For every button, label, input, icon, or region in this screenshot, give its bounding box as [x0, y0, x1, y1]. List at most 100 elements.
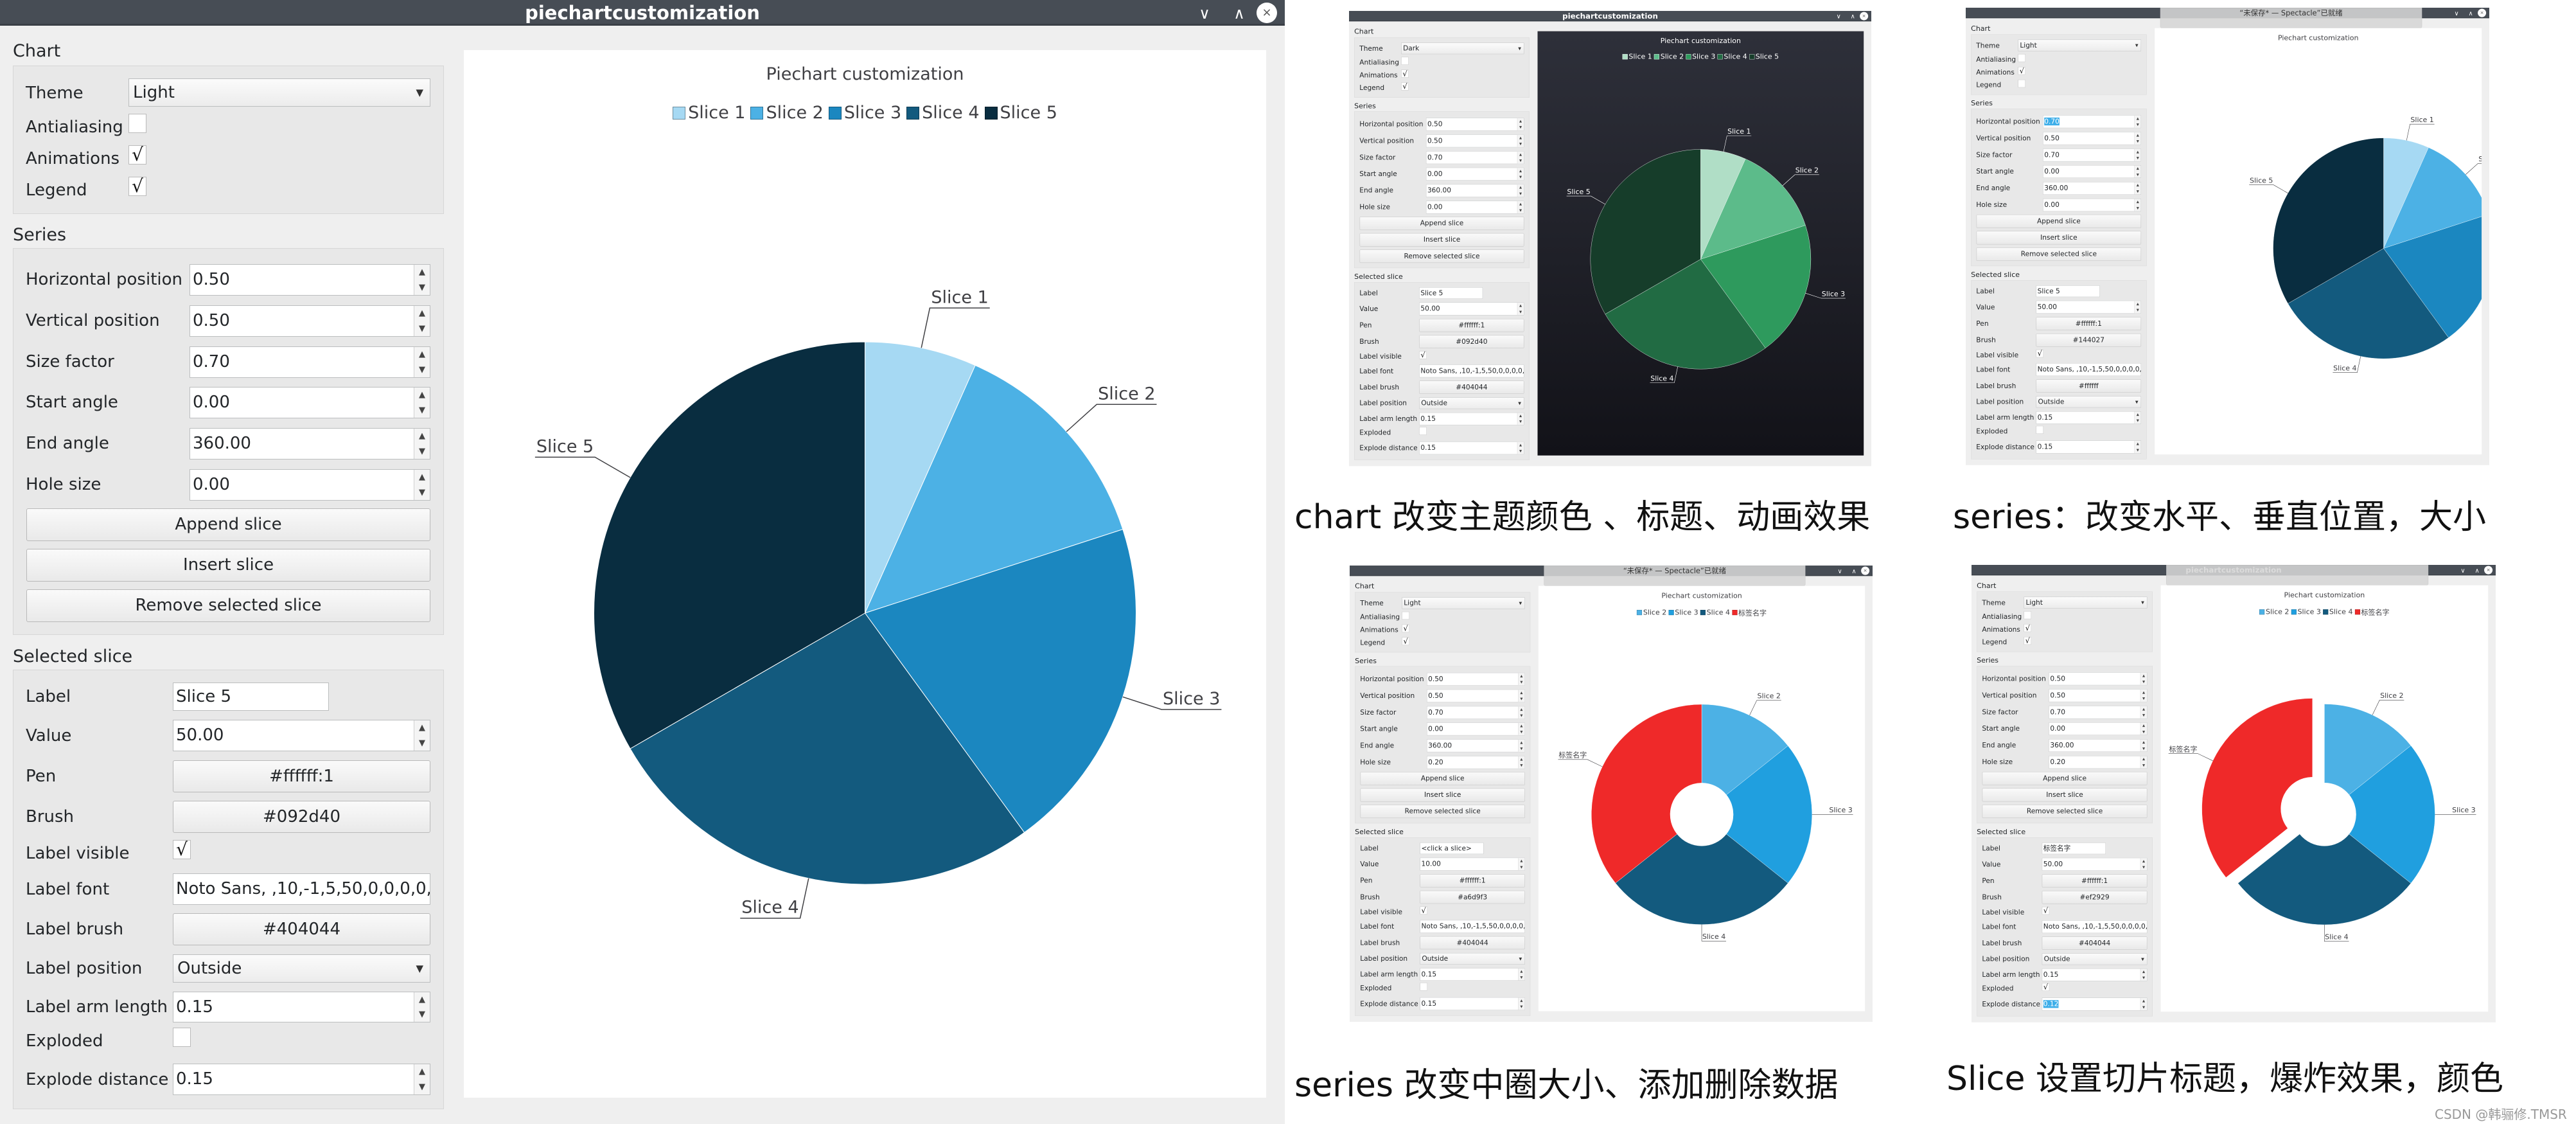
pen-button[interactable]: #ffffff:1 [2042, 874, 2148, 888]
label-font-button[interactable]: Noto Sans, ,10,-1,5,50,0,0,0,0,0 [173, 873, 430, 905]
spin-down-icon[interactable]: ▼ [1519, 729, 1525, 735]
spin-down-icon[interactable]: ▼ [2140, 1004, 2147, 1011]
spin-arrows[interactable]: ▲ ▼ [414, 992, 430, 1022]
brush-button[interactable]: #092d40 [1419, 335, 1524, 348]
start-angle-spinbox[interactable]: 0.00 ▲ ▼ [190, 387, 430, 418]
append-slice-button[interactable]: Append slice [1359, 217, 1524, 231]
spin-up-icon[interactable]: ▲ [2135, 149, 2141, 156]
pie-chart[interactable]: Slice 2 Slice 3 Slice 4 标签名字 [2161, 585, 2489, 1012]
hole-size-spinbox[interactable]: 0.00 ▲ ▼ [2043, 199, 2142, 212]
spin-up-icon[interactable]: ▲ [414, 720, 430, 736]
spin-up-icon[interactable]: ▲ [2140, 722, 2147, 729]
theme-combo[interactable]: Light ▼ [1402, 597, 1525, 609]
end-angle-spinbox[interactable]: 360.00 ▲ ▼ [2043, 182, 2142, 195]
append-slice-button[interactable]: Append slice [1360, 772, 1525, 785]
label-visible-checkbox[interactable]: √ [173, 840, 191, 859]
slice-value-spinbox[interactable]: 50.00 ▲ ▼ [173, 720, 430, 751]
remove-selected-slice-button[interactable]: Remove selected slice [1976, 247, 2142, 261]
spin-arrows[interactable]: ▲ ▼ [1517, 151, 1524, 164]
slice-value-spinbox[interactable]: 50.00 ▲ ▼ [1419, 302, 1524, 316]
spin-down-icon[interactable]: ▼ [1519, 713, 1525, 719]
spin-up-icon[interactable]: ▲ [2135, 199, 2141, 206]
spin-down-icon[interactable]: ▼ [2135, 172, 2141, 178]
label-brush-button[interactable]: #404044 [173, 913, 430, 945]
pen-button[interactable]: #ffffff:1 [1419, 319, 1524, 332]
end-angle-spinbox[interactable]: 360.00 ▲ ▼ [1427, 739, 1525, 753]
spin-down-icon[interactable]: ▼ [1519, 974, 1525, 980]
spin-arrows[interactable]: ▲ ▼ [1517, 118, 1524, 130]
spin-arrows[interactable]: ▲ ▼ [414, 265, 430, 295]
label-visible-checkbox[interactable]: √ [2036, 349, 2044, 358]
spin-up-icon[interactable]: ▲ [414, 265, 430, 280]
spin-down-icon[interactable]: ▼ [1519, 696, 1525, 702]
horizontal-position-spinbox[interactable]: 0.50 ▲ ▼ [2049, 672, 2148, 686]
spin-arrows[interactable]: ▲ ▼ [2134, 199, 2141, 211]
spin-up-icon[interactable]: ▲ [1519, 740, 1525, 746]
hole-size-spinbox[interactable]: 0.00 ▲ ▼ [1425, 201, 1524, 214]
theme-combo[interactable]: Dark ▼ [1401, 42, 1524, 55]
pie-chart[interactable]: Slice 1Slice 2Slice 3Slice 4Slice 5 [2155, 28, 2482, 454]
append-slice-button[interactable]: Append slice [1982, 771, 2148, 785]
spin-arrows[interactable]: ▲ ▼ [1518, 756, 1525, 769]
spin-up-icon[interactable]: ▲ [414, 992, 430, 1007]
spin-up-icon[interactable]: ▲ [2140, 739, 2147, 745]
theme-combo[interactable]: Light ▼ [2024, 596, 2148, 609]
animations-checkbox[interactable]: √ [2024, 623, 2032, 632]
spin-down-icon[interactable]: ▼ [414, 362, 430, 378]
label-arm-length-spinbox[interactable]: 0.15 ▲ ▼ [173, 992, 430, 1022]
exploded-checkbox[interactable] [2036, 425, 2044, 434]
spin-down-icon[interactable]: ▼ [2140, 864, 2147, 871]
size-factor-spinbox[interactable]: 0.70 ▲ ▼ [1427, 706, 1525, 719]
spin-down-icon[interactable]: ▼ [414, 736, 430, 751]
spin-down-icon[interactable]: ▼ [2140, 762, 2147, 769]
size-factor-spinbox[interactable]: 0.70 ▲ ▼ [2043, 148, 2142, 162]
hole-size-spinbox[interactable]: 0.20 ▲ ▼ [1427, 756, 1525, 769]
spin-arrows[interactable]: ▲ ▼ [1518, 690, 1525, 702]
start-angle-spinbox[interactable]: 0.00 ▲ ▼ [2049, 722, 2148, 735]
spin-down-icon[interactable]: ▼ [1517, 174, 1524, 181]
spin-arrows[interactable]: ▲ ▼ [1517, 134, 1524, 147]
spin-arrows[interactable]: ▲ ▼ [2134, 165, 2141, 178]
animations-checkbox[interactable]: √ [1402, 624, 1409, 632]
spin-up-icon[interactable]: ▲ [2135, 301, 2141, 307]
close-icon[interactable]: × [1860, 12, 1869, 21]
legend-checkbox[interactable]: √ [128, 177, 146, 196]
label-visible-checkbox[interactable]: √ [1419, 351, 1427, 359]
spin-arrows[interactable]: ▲ ▼ [2134, 411, 2141, 424]
spin-up-icon[interactable]: ▲ [1519, 858, 1525, 864]
spin-up-icon[interactable]: ▲ [2135, 441, 2141, 447]
spin-up-icon[interactable]: ▲ [1519, 723, 1525, 729]
spin-up-icon[interactable]: ▲ [1517, 413, 1524, 418]
spin-down-icon[interactable]: ▼ [1519, 762, 1525, 769]
pen-button[interactable]: #ffffff:1 [2036, 317, 2142, 330]
legend-checkbox[interactable]: √ [1402, 637, 1409, 645]
label-position-combo[interactable]: Outside ▼ [2042, 953, 2148, 965]
vertical-position-spinbox[interactable]: 0.50 ▲ ▼ [190, 305, 430, 337]
spin-down-icon[interactable]: ▼ [1517, 208, 1524, 214]
spin-up-icon[interactable]: ▲ [2140, 858, 2147, 864]
minimize-chevron-down-icon[interactable]: ∨ [1835, 567, 1844, 576]
close-icon[interactable]: × [2478, 8, 2487, 17]
spin-arrows[interactable]: ▲ ▼ [414, 388, 430, 418]
spin-arrows[interactable]: ▲ ▼ [2140, 739, 2147, 752]
remove-selected-slice-button[interactable]: Remove selected slice [26, 589, 430, 622]
spin-up-icon[interactable]: ▲ [2135, 411, 2141, 417]
spin-up-icon[interactable]: ▲ [2140, 690, 2147, 696]
spin-arrows[interactable]: ▲ ▼ [1518, 739, 1525, 752]
chart-view[interactable]: Piechart customization Slice 2 Slice 3 Slic… [1538, 585, 1866, 1012]
insert-slice-button[interactable]: Insert slice [26, 549, 430, 582]
pie-chart[interactable]: Slice 1Slice 2Slice 3Slice 4Slice 5 [464, 50, 1266, 1098]
spin-arrows[interactable]: ▲ ▼ [2140, 968, 2147, 981]
start-angle-spinbox[interactable]: 0.00 ▲ ▼ [2043, 165, 2142, 178]
slice-label-input[interactable]: Slice 5 [2036, 285, 2100, 298]
exploded-checkbox[interactable] [173, 1028, 191, 1047]
spin-arrows[interactable]: ▲ ▼ [2134, 115, 2141, 128]
maximize-chevron-up-icon[interactable]: ∧ [2466, 9, 2475, 18]
explode-distance-spinbox[interactable]: 0.15 ▲ ▼ [2036, 440, 2142, 454]
close-icon[interactable]: × [1861, 566, 1870, 575]
minimize-chevron-down-icon[interactable]: ∨ [2452, 9, 2461, 18]
size-factor-spinbox[interactable]: 0.70 ▲ ▼ [1425, 151, 1524, 165]
spin-up-icon[interactable]: ▲ [1519, 673, 1525, 679]
spin-arrows[interactable]: ▲ ▼ [2140, 672, 2147, 685]
end-angle-spinbox[interactable]: 360.00 ▲ ▼ [1425, 184, 1524, 197]
